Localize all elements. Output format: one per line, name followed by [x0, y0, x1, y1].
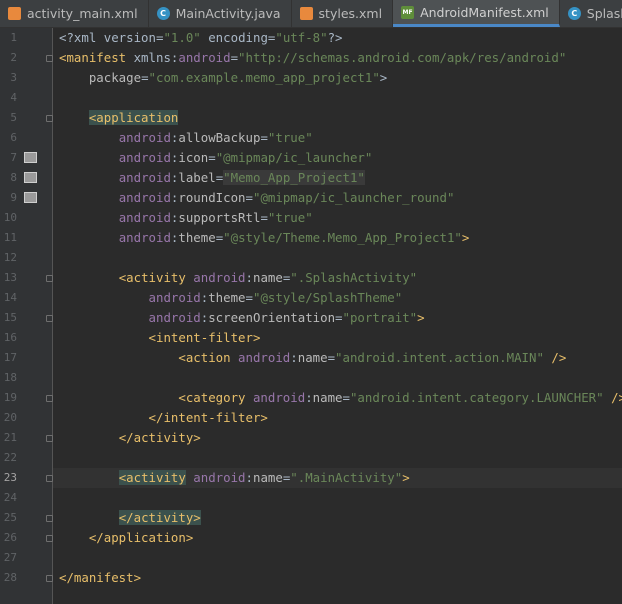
tab-label: AndroidManifest.xml — [420, 4, 549, 20]
tab-androidmanifest-xml[interactable]: MF AndroidManifest.xml — [393, 0, 560, 27]
fold-marker-icon[interactable] — [46, 475, 53, 482]
line-number: 23 — [3, 471, 17, 484]
line-number: 16 — [3, 331, 17, 344]
line-number: 21 — [3, 431, 17, 444]
line-number: 5 — [10, 111, 17, 124]
line-number: 22 — [3, 451, 17, 464]
tab-mainactivity-java[interactable]: C MainActivity.java — [149, 0, 292, 27]
fold-marker-icon[interactable] — [46, 115, 53, 122]
code-line: android:theme="@style/Theme.Memo_App_Pro… — [118, 230, 470, 245]
code-line: </application> — [88, 530, 194, 545]
code-line: </manifest> — [59, 570, 142, 585]
line-number: 26 — [3, 531, 17, 544]
tab-label: styles.xml — [318, 6, 383, 21]
fold-marker-icon[interactable] — [46, 515, 53, 522]
code-line: android:roundIcon="@mipmap/ic_launcher_r… — [118, 190, 455, 205]
fold-marker-icon[interactable] — [46, 395, 53, 402]
code-line: package="com.example.memo_app_project1"> — [88, 70, 388, 85]
line-number: 20 — [3, 411, 17, 424]
line-number: 10 — [3, 211, 17, 224]
code-line: <activity android:name=".SplashActivity" — [118, 270, 418, 285]
line-number: 4 — [10, 91, 17, 104]
code-line: android:supportsRtl="true" — [118, 210, 313, 225]
code-line: <intent-filter> — [148, 330, 261, 345]
fold-marker-icon[interactable] — [46, 535, 53, 542]
code-line: </activity> — [118, 430, 201, 445]
line-number: 14 — [3, 291, 17, 304]
line-number: 15 — [3, 311, 17, 324]
xml-file-icon — [299, 7, 313, 20]
line-number: 1 — [10, 31, 17, 44]
manifest-file-icon: MF — [401, 5, 415, 19]
line-number: 6 — [10, 131, 17, 144]
tab-styles-xml[interactable]: styles.xml — [292, 0, 394, 27]
line-number: 18 — [3, 371, 17, 384]
line-number-gutter: 1 2 3 4 5 6 7 8 9 10 11 12 13 14 15 16 17 18 19 20 21 22 23 24 2… — [0, 28, 53, 604]
code-line: <activity android:name=".MainActivity"> — [118, 470, 410, 485]
fold-marker-icon[interactable] — [46, 55, 53, 62]
image-resource-icon[interactable] — [24, 192, 37, 203]
java-class-icon: C — [567, 7, 581, 20]
image-resource-icon[interactable] — [24, 152, 37, 163]
line-number: 8 — [10, 171, 17, 184]
code-line: </intent-filter> — [148, 410, 268, 425]
tab-activity-main-xml[interactable]: activity_main.xml — [0, 0, 149, 27]
fold-marker-icon[interactable] — [46, 315, 53, 322]
tab-label: activity_main.xml — [27, 6, 138, 21]
xml-file-icon — [8, 7, 21, 20]
fold-marker-icon[interactable] — [46, 575, 53, 582]
fold-marker-icon[interactable] — [46, 435, 53, 442]
line-number: 24 — [3, 491, 17, 504]
code-line: android:screenOrientation="portrait"> — [148, 310, 425, 325]
line-number: 3 — [10, 71, 17, 84]
code-line: android:allowBackup="true" — [118, 130, 313, 145]
line-number: 2 — [10, 51, 17, 64]
line-number: 19 — [3, 391, 17, 404]
code-line: </activity> — [118, 510, 201, 525]
code-line: <manifest xmlns:android="http://schemas.… — [59, 50, 567, 65]
editor-tab-bar: activity_main.xml C MainActivity.java style… — [0, 0, 622, 28]
code-line: android:label="Memo_App_Project1" — [118, 170, 365, 185]
tab-label: SplashActivity.java — [586, 6, 622, 21]
code-line: <category android:name="android.intent.c… — [178, 390, 622, 405]
code-editor[interactable]: <?xml version="1.0" encoding="utf-8"?> <m… — [53, 28, 622, 604]
line-number: 11 — [3, 231, 17, 244]
line-number: 25 — [3, 511, 17, 524]
code-line: <action android:name="android.intent.act… — [178, 350, 567, 365]
java-class-icon: C — [156, 7, 170, 20]
fold-marker-icon[interactable] — [46, 275, 53, 282]
line-number: 28 — [3, 571, 17, 584]
line-number: 7 — [10, 151, 17, 164]
line-number: 13 — [3, 271, 17, 284]
line-number: 17 — [3, 351, 17, 364]
image-resource-icon[interactable] — [24, 172, 37, 183]
code-line: android:icon="@mipmap/ic_launcher" — [118, 150, 373, 165]
line-number: 9 — [10, 191, 17, 204]
tab-splashactivity-java[interactable]: C SplashActivity.java — [560, 0, 622, 27]
line-number: 12 — [3, 251, 17, 264]
code-line: android:theme="@style/SplashTheme" — [148, 290, 403, 305]
code-line: <?xml version="1.0" encoding="utf-8"?> — [59, 30, 343, 45]
line-number: 27 — [3, 551, 17, 564]
code-line: <application — [88, 110, 179, 125]
tab-label: MainActivity.java — [175, 6, 281, 21]
